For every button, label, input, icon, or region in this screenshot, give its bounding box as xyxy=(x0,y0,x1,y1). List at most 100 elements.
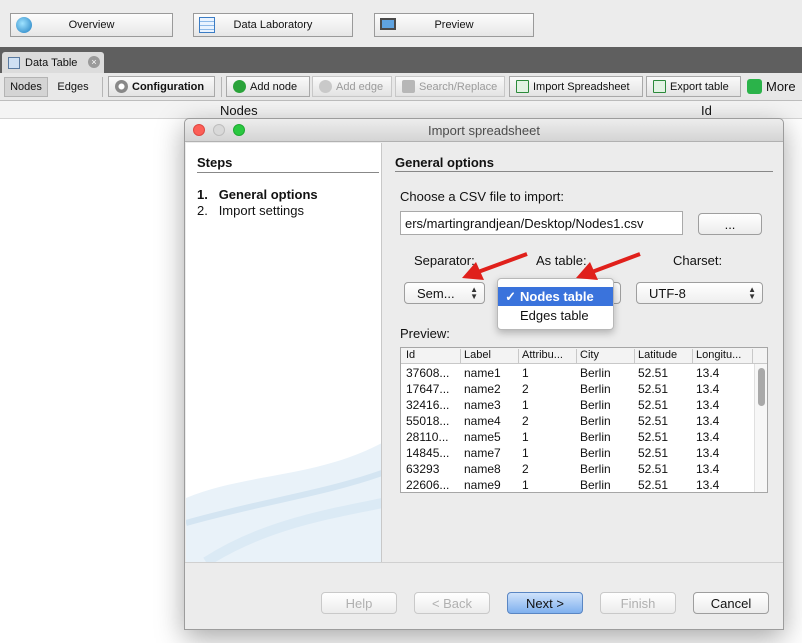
menu-item-edges-table[interactable]: Edges table xyxy=(498,306,613,325)
table-cell: 1 xyxy=(522,430,529,444)
scrollbar-thumb[interactable] xyxy=(758,368,765,406)
table-row: 22606... name9 1 Berlin 52.51 13.4 xyxy=(401,477,753,492)
nodes-tab[interactable]: Nodes xyxy=(4,77,48,97)
table-cell: name7 xyxy=(464,446,501,460)
checkmark-icon: ✓ xyxy=(505,288,516,304)
add-edge-button[interactable]: Add edge xyxy=(312,76,392,97)
preview-button[interactable]: Preview xyxy=(374,13,534,37)
table-cell: Berlin xyxy=(580,446,611,460)
table-cell: 13.4 xyxy=(696,462,720,476)
table-row: 17647... name2 2 Berlin 52.51 13.4 xyxy=(401,381,753,397)
configuration-button[interactable]: Configuration xyxy=(108,76,215,97)
import-spreadsheet-button[interactable]: Import Spreadsheet xyxy=(509,76,643,97)
table-header: Nodes Id xyxy=(0,101,802,119)
table-cell: Berlin xyxy=(580,382,611,396)
as-table-dropdown-menu: ✓ Nodes table Edges table xyxy=(497,278,614,330)
table-cell: 55018... xyxy=(406,414,450,428)
data-laboratory-button[interactable]: Data Laboratory xyxy=(193,13,353,37)
edges-tab[interactable]: Edges xyxy=(50,77,96,97)
table-cell: 52.51 xyxy=(638,462,669,476)
column-header-id[interactable]: Id xyxy=(701,103,712,118)
charset-label: Charset: xyxy=(673,253,723,268)
table-cell: 1 xyxy=(522,446,529,460)
table-cell: Berlin xyxy=(580,398,611,412)
table-row: 55018... name4 2 Berlin 52.51 13.4 xyxy=(401,413,753,429)
preview-scrollbar[interactable] xyxy=(754,364,767,492)
table-cell: 13.4 xyxy=(696,366,720,380)
preview-column-header[interactable]: City xyxy=(577,349,635,363)
close-tab-icon[interactable]: × xyxy=(88,56,100,68)
dialog-title: Import spreadsheet xyxy=(427,122,540,138)
preview-column-header[interactable]: Latitude xyxy=(635,349,693,363)
back-button[interactable]: < Back xyxy=(414,592,490,614)
add-node-label: Add node xyxy=(250,80,298,93)
overview-button[interactable]: Overview xyxy=(10,13,173,37)
preview-column-header[interactable]: Attribu... xyxy=(519,349,577,363)
column-header-nodes[interactable]: Nodes xyxy=(220,103,258,118)
table-cell: 1 xyxy=(522,478,529,492)
preview-table-header: Id Label Attribu... City Latitude Longitu... xyxy=(401,348,767,364)
charset-select[interactable]: UTF-8 ▲ ▼ xyxy=(636,282,763,304)
file-path-field[interactable]: ers/martingrandjean/Desktop/Nodes1.csv xyxy=(400,211,683,235)
next-button[interactable]: Next > xyxy=(507,592,583,614)
dialog-title-bar: Import spreadsheet xyxy=(185,119,783,142)
add-edge-label: Add edge xyxy=(336,80,384,93)
minimize-window-icon[interactable] xyxy=(213,124,225,136)
table-cell: 22606... xyxy=(406,478,450,492)
table-cell: 2 xyxy=(522,414,529,428)
table-cell: 13.4 xyxy=(696,382,720,396)
chevron-updown-icon: ▲ ▼ xyxy=(748,285,756,301)
gear-icon xyxy=(115,80,128,93)
separator-select[interactable]: Sem... ▲ ▼ xyxy=(404,282,485,304)
preview-column-header[interactable]: Label xyxy=(461,349,519,363)
table-cell: 52.51 xyxy=(638,446,669,460)
preview-table[interactable]: Id Label Attribu... City Latitude Longitu... … xyxy=(400,347,768,493)
choose-file-label: Choose a CSV file to import: xyxy=(400,189,565,204)
export-table-button[interactable]: Export table xyxy=(646,76,741,97)
help-button[interactable]: Help xyxy=(321,592,397,614)
wizard-steps-panel: Steps 1. General options 2. Import setti… xyxy=(186,143,382,562)
menu-item-label: Nodes table xyxy=(520,289,594,304)
plus-circle-icon xyxy=(233,80,246,93)
preview-column-header[interactable]: Id xyxy=(403,349,461,363)
configuration-label: Configuration xyxy=(132,80,205,93)
add-node-button[interactable]: Add node xyxy=(226,76,310,97)
spreadsheet-import-icon xyxy=(516,80,529,93)
more-label: More xyxy=(766,79,796,94)
table-cell: name5 xyxy=(464,430,501,444)
table-cell: 13.4 xyxy=(696,430,720,444)
data-laboratory-label: Data Laboratory xyxy=(233,19,313,31)
spreadsheet-export-icon xyxy=(653,80,666,93)
toolbar-divider xyxy=(221,77,222,97)
tab-data-table[interactable]: Data Table × xyxy=(2,52,104,73)
menu-item-label: Edges table xyxy=(520,308,589,323)
import-spreadsheet-dialog: Import spreadsheet Steps 1. General opti… xyxy=(184,118,784,630)
table-cell: name8 xyxy=(464,462,501,476)
more-button[interactable]: More xyxy=(745,76,802,97)
footer-divider xyxy=(185,562,783,563)
search-replace-button[interactable]: Search/Replace xyxy=(395,76,505,97)
general-options-title: General options xyxy=(395,155,494,170)
close-window-icon[interactable] xyxy=(193,124,205,136)
charset-value: UTF-8 xyxy=(649,285,686,301)
toolbar-divider xyxy=(102,77,103,97)
table-cell: Berlin xyxy=(580,478,611,492)
preview-label: Preview xyxy=(434,19,474,31)
preview-label: Preview: xyxy=(400,326,450,341)
zoom-window-icon[interactable] xyxy=(233,124,245,136)
chevron-updown-icon: ▲ ▼ xyxy=(470,285,478,301)
browse-button[interactable]: ... xyxy=(698,213,762,235)
spreadsheet-icon xyxy=(199,17,215,33)
table-cell: 13.4 xyxy=(696,478,720,492)
table-cell: name3 xyxy=(464,398,501,412)
finish-button[interactable]: Finish xyxy=(600,592,676,614)
table-cell: 2 xyxy=(522,462,529,476)
table-cell: 52.51 xyxy=(638,478,669,492)
cancel-button[interactable]: Cancel xyxy=(693,592,769,614)
menu-item-nodes-table[interactable]: ✓ Nodes table xyxy=(498,287,613,306)
swoosh-watermark xyxy=(186,443,381,562)
preview-column-header[interactable]: Longitu... xyxy=(693,349,753,363)
globe-icon xyxy=(16,17,32,33)
document-tab-strip: Data Table × xyxy=(0,47,802,73)
table-row: 37608... name1 1 Berlin 52.51 13.4 xyxy=(401,365,753,381)
